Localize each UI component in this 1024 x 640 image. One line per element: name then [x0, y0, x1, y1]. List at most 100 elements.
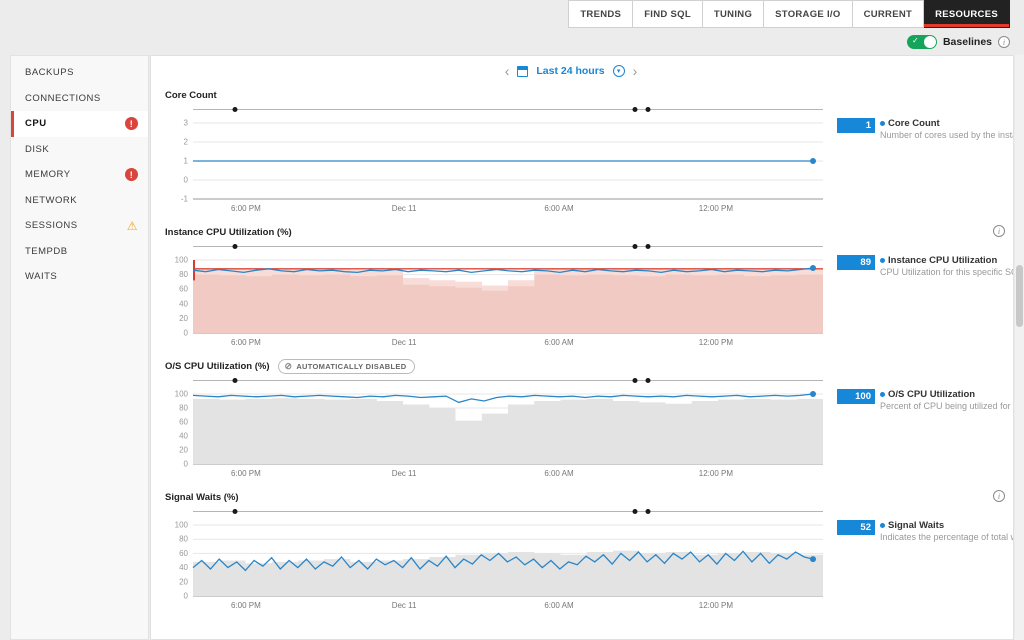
sidebar-item-label: DISK: [25, 144, 49, 155]
chart-title: O/S CPU Utilization (%): [165, 361, 270, 372]
metric-summary: 1 Core Count Number of cores used by the…: [837, 118, 1014, 215]
tab-storage-io[interactable]: STORAGE I/O: [764, 0, 852, 28]
sidebar-item-backups[interactable]: BACKUPS: [11, 60, 148, 86]
svg-text:0: 0: [184, 329, 189, 338]
tab-tuning[interactable]: TUNING: [703, 0, 764, 28]
sidebar-item-waits[interactable]: WAITS: [11, 264, 148, 290]
vertical-scrollbar[interactable]: [1015, 55, 1024, 640]
scrollbar-thumb[interactable]: [1016, 265, 1023, 327]
alert-badge-icon: !: [125, 168, 138, 181]
event-marker-strip: [193, 376, 823, 386]
toggle-knob: [924, 36, 936, 48]
alert-badge-icon: !: [125, 117, 138, 130]
time-range-nav: ‹ Last 24 hours ▾ ›: [235, 64, 907, 78]
chart-title: Instance CPU Utilization (%): [165, 227, 292, 238]
warning-badge-icon: ⚠: [127, 220, 138, 232]
sidebar-item-memory[interactable]: MEMORY!: [11, 162, 148, 188]
range-dropdown-icon[interactable]: ▾: [613, 65, 625, 77]
sidebar-item-network[interactable]: NETWORK: [11, 188, 148, 214]
svg-text:2: 2: [184, 138, 189, 147]
series-dot-icon: [880, 258, 885, 263]
svg-text:12:00 PM: 12:00 PM: [699, 204, 734, 213]
sidebar-item-label: CONNECTIONS: [25, 93, 101, 104]
time-range-label[interactable]: Last 24 hours: [536, 65, 604, 77]
event-marker-strip: [193, 507, 823, 517]
metric-description: Number of cores used by the instance ...: [880, 130, 1014, 140]
svg-text:100: 100: [175, 390, 189, 399]
svg-text:100: 100: [175, 521, 189, 530]
core-count-chart: 3 2 1 0 -1 6:00 PM Dec 11 6:00 AM 12:00 PM: [165, 115, 833, 215]
svg-text:6:00 PM: 6:00 PM: [231, 204, 261, 213]
svg-text:40: 40: [179, 563, 188, 572]
series-dot-icon: [880, 523, 885, 528]
sidebar-item-label: SESSIONS: [25, 220, 78, 231]
sidebar-item-label: TEMPDB: [25, 246, 68, 257]
svg-text:80: 80: [179, 535, 188, 544]
metric-name: Core Count: [888, 118, 940, 129]
chart-section-instance-cpu: Instance CPU Utilization (%) 10080604020…: [165, 225, 1013, 349]
sidebar-item-sessions[interactable]: SESSIONS ⚠: [11, 213, 148, 239]
svg-text:-1: -1: [181, 195, 189, 204]
svg-text:80: 80: [179, 270, 188, 279]
metrics-sidebar: BACKUPS CONNECTIONS CPU! DISK MEMORY! NE…: [10, 55, 149, 640]
baselines-label: Baselines: [943, 36, 992, 48]
svg-text:6:00 AM: 6:00 AM: [544, 338, 574, 347]
svg-text:Dec 11: Dec 11: [392, 204, 417, 213]
metric-value-badge: 1: [837, 118, 875, 133]
svg-text:6:00 PM: 6:00 PM: [231, 601, 261, 610]
event-marker-strip: [193, 242, 823, 252]
svg-text:20: 20: [179, 577, 188, 586]
sidebar-item-disk[interactable]: DISK: [11, 137, 148, 163]
chart-title: Signal Waits (%): [165, 492, 239, 503]
chart-section-signal-waits: Signal Waits (%) 1008060402006:00 PMDec …: [165, 490, 1013, 612]
svg-text:0: 0: [184, 176, 189, 185]
svg-text:12:00 PM: 12:00 PM: [699, 601, 734, 610]
sidebar-item-tempdb[interactable]: TEMPDB: [11, 239, 148, 265]
sidebar-item-label: CPU: [25, 118, 47, 129]
metric-description: CPU Utilization for this specific SQL Se…: [880, 267, 1014, 277]
svg-text:20: 20: [179, 314, 188, 323]
disabled-icon: ⊘: [285, 361, 293, 372]
svg-text:6:00 AM: 6:00 AM: [544, 204, 574, 213]
svg-text:40: 40: [179, 299, 188, 308]
metric-name: O/S CPU Utilization: [888, 389, 975, 400]
tab-resources[interactable]: RESOURCES: [924, 0, 1010, 28]
chart-section-core-count: Core Count 3 2 1 0 -1 6:00 PM Dec 11 6:00 AM 12:…: [165, 88, 1013, 215]
sidebar-item-label: NETWORK: [25, 195, 77, 206]
svg-text:6:00 PM: 6:00 PM: [231, 338, 261, 347]
svg-text:Dec 11: Dec 11: [392, 338, 417, 347]
svg-text:1: 1: [184, 157, 189, 166]
svg-text:60: 60: [179, 285, 188, 294]
metric-name: Signal Waits: [888, 520, 944, 531]
next-range-icon[interactable]: ›: [633, 64, 638, 78]
top-tab-bar: TRENDS FIND SQL TUNING STORAGE I/O CURRE…: [0, 0, 1024, 28]
metric-description: Indicates the percentage of total waits …: [880, 532, 1014, 542]
chart-info-icon[interactable]: i: [993, 225, 1005, 237]
svg-text:3: 3: [184, 119, 189, 128]
svg-text:0: 0: [184, 460, 189, 469]
svg-text:12:00 PM: 12:00 PM: [699, 338, 734, 347]
sidebar-item-cpu[interactable]: CPU!: [11, 111, 148, 137]
baselines-bar: ✓ Baselines i: [0, 32, 1010, 52]
charts-panel: ‹ Last 24 hours ▾ › Core Count 3 2 1 0 -1 6:0…: [150, 55, 1014, 640]
metric-summary: 89 Instance CPU Utilization CPU Utilizat…: [837, 255, 1014, 349]
signal-waits-chart: 1008060402006:00 PMDec 116:00 AM12:00 PM: [165, 517, 833, 612]
calendar-icon: [517, 66, 528, 77]
baselines-toggle[interactable]: ✓: [907, 35, 937, 49]
tab-find-sql[interactable]: FIND SQL: [633, 0, 703, 28]
baselines-info-icon[interactable]: i: [998, 36, 1010, 48]
svg-text:80: 80: [179, 404, 188, 413]
svg-text:0: 0: [184, 592, 189, 601]
prev-range-icon[interactable]: ‹: [505, 64, 510, 78]
app-root: TRENDS FIND SQL TUNING STORAGE I/O CURRE…: [0, 0, 1024, 640]
sidebar-item-label: BACKUPS: [25, 67, 74, 78]
tab-trends[interactable]: TRENDS: [568, 0, 633, 28]
svg-text:6:00 AM: 6:00 AM: [544, 469, 574, 478]
chart-info-icon[interactable]: i: [993, 490, 1005, 502]
svg-text:12:00 PM: 12:00 PM: [699, 469, 734, 478]
event-marker-strip: [193, 105, 823, 115]
tab-current[interactable]: CURRENT: [853, 0, 925, 28]
series-dot-icon: [880, 392, 885, 397]
auto-disabled-label: AUTOMATICALLY DISABLED: [296, 362, 406, 371]
sidebar-item-connections[interactable]: CONNECTIONS: [11, 86, 148, 112]
